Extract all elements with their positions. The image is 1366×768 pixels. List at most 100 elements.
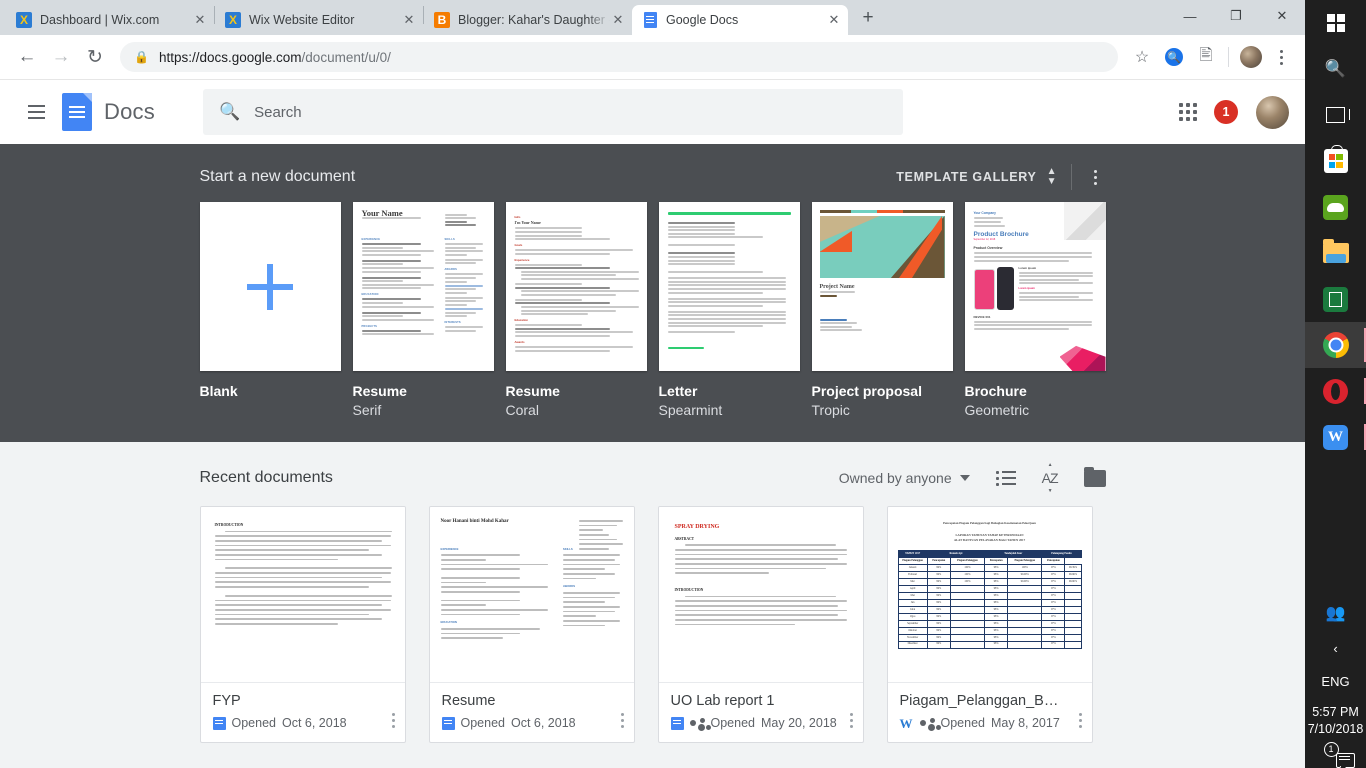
cell: 97% (1041, 640, 1066, 649)
browser-tab-1[interactable]: X Dashboard | Wix.com ✕ (6, 5, 214, 35)
owner-filter-dropdown[interactable]: Owned by anyone (839, 470, 970, 486)
document-thumbnail[interactable]: SPRAY DRYING ABSTRACT INTRODUCTION (658, 507, 863, 683)
cell: 97% (1041, 585, 1066, 593)
close-window-button[interactable]: ✕ (1259, 0, 1305, 32)
document-thumbnail[interactable]: Noor Hanani binti Mohd Kahar EXPERIENCE (429, 507, 634, 683)
action-center-button[interactable]: 1 (1305, 742, 1366, 768)
cell: 97% (1041, 605, 1066, 614)
taskbar-wps-writer[interactable]: W (1305, 414, 1366, 460)
template-name: Blank (199, 383, 238, 399)
table-subheader: Pencapaian (984, 557, 1009, 566)
template-section-header: Start a new document Template gallery ▲ ▼ (200, 158, 1106, 196)
notification-badge[interactable]: 1 (1214, 100, 1238, 124)
clock-time: 5:57 PM (1312, 705, 1359, 719)
chevron-updown-icon[interactable]: ▲ ▼ (1047, 167, 1057, 187)
table-group-header: Pelampung Pandu (1041, 550, 1082, 559)
document-options-icon[interactable] (391, 713, 395, 728)
template-card-resume-serif[interactable]: Your Name EXPERIENCE EDUCATION PROJECTS … (352, 202, 494, 418)
reader-extension-icon[interactable]: 🖹 (1190, 41, 1222, 73)
sort-az-icon[interactable]: AZ (1042, 470, 1059, 486)
cell: 99% (926, 612, 951, 621)
reload-icon[interactable]: ↻ (78, 40, 112, 74)
tab-title: Google Docs (666, 13, 739, 27)
address-bar[interactable]: 🔒 https://docs.google.com/document/u/0/ (120, 42, 1118, 72)
document-card[interactable]: Noor Hanani binti Mohd Kahar EXPERIENCE (428, 506, 635, 743)
new-tab-button[interactable]: + (854, 5, 882, 33)
search-input[interactable] (254, 103, 887, 121)
back-icon[interactable]: ← (10, 40, 44, 74)
taskbar-microsoft-store[interactable] (1305, 138, 1366, 184)
template-thumbnail[interactable] (199, 202, 341, 371)
template-thumbnail[interactable]: Your Company Product Brochure September … (964, 202, 1106, 371)
cell: 98% (984, 578, 1009, 587)
document-card[interactable]: SPRAY DRYING ABSTRACT INTRODUCTION UO La… (657, 506, 864, 743)
document-card[interactable]: INTRODUCTION FYP Opened Oct 6, 2018 (199, 506, 406, 743)
template-card-letter-spearmint[interactable]: Letter Spearmint (658, 202, 800, 418)
template-card-resume-coral[interactable]: Hello I'm Your Name Goals Experience Edu… (505, 202, 647, 418)
document-thumbnail[interactable]: INTRODUCTION (200, 507, 405, 683)
taskbar-green-app[interactable] (1305, 184, 1366, 230)
taskbar-wps-office[interactable] (1305, 276, 1366, 322)
minimize-button[interactable]: — (1167, 0, 1213, 32)
template-thumbnail[interactable]: Hello I'm Your Name Goals Experience Edu… (505, 202, 647, 371)
template-subtitle: Spearmint (658, 402, 723, 418)
template-card-brochure-geometric[interactable]: Your Company Product Brochure September … (964, 202, 1106, 418)
document-options-icon[interactable] (849, 713, 853, 728)
google-doc-icon (670, 716, 684, 730)
template-card-project-tropic[interactable]: Project Name Project proposal Tropic (811, 202, 953, 418)
apps-grid-icon[interactable] (1179, 103, 1197, 121)
table-subheader: Piagam Pelanggan (897, 557, 928, 566)
template-thumbnail[interactable] (658, 202, 800, 371)
taskbar-google-chrome[interactable] (1305, 322, 1366, 368)
language-indicator[interactable]: ENG (1305, 665, 1366, 698)
document-options-icon[interactable] (1078, 713, 1082, 728)
template-thumbnail[interactable]: Your Name EXPERIENCE EDUCATION PROJECTS … (352, 202, 494, 371)
google-docs-logo-icon[interactable] (62, 93, 92, 131)
template-card-blank[interactable]: Blank (199, 202, 341, 418)
maximize-button[interactable]: ❐ (1213, 0, 1259, 32)
tray-expand-button[interactable]: ‹ (1305, 632, 1366, 665)
document-options-icon[interactable] (620, 713, 624, 728)
browser-tab-3[interactable]: B Blogger: Kahar's Daughter - Edit ✕ (424, 5, 632, 35)
close-icon[interactable]: ✕ (401, 12, 417, 28)
section-title: Start a new document (199, 168, 356, 185)
close-icon[interactable]: ✕ (610, 12, 626, 28)
list-view-icon[interactable] (995, 470, 1016, 486)
browser-tab-2[interactable]: X Wix Website Editor ✕ (215, 5, 423, 35)
cell: 99% (926, 564, 951, 573)
bookmark-star-icon[interactable]: ☆ (1126, 41, 1158, 73)
taskbar-search-button[interactable]: 🔍 (1305, 46, 1366, 92)
document-card[interactable]: Pencapaian Piagam Pelanggan bagi Bahagia… (886, 506, 1093, 743)
close-icon[interactable]: ✕ (192, 12, 208, 28)
green-app-icon (1323, 194, 1348, 220)
close-icon[interactable]: ✕ (826, 12, 842, 28)
folder-icon[interactable] (1083, 466, 1106, 487)
profile-avatar[interactable] (1235, 41, 1267, 73)
task-view-button[interactable] (1305, 92, 1366, 138)
cell: 97% (1041, 564, 1066, 573)
cell (949, 626, 986, 635)
browser-menu-icon[interactable] (1267, 49, 1295, 65)
document-thumbnail[interactable]: Pencapaian Piagam Pelanggan bagi Bahagia… (887, 507, 1092, 683)
main-menu-icon[interactable] (16, 92, 56, 132)
window-controls: — ❐ ✕ (1167, 0, 1305, 35)
clock[interactable]: 5:57 PM 7/10/2018 (1308, 698, 1364, 744)
cell: 97% (1041, 612, 1066, 621)
cell (1064, 633, 1082, 642)
search-extension-icon[interactable]: 🔍 (1158, 41, 1190, 73)
people-button[interactable]: 👥 (1305, 594, 1366, 632)
template-options-icon[interactable] (1086, 169, 1106, 185)
opened-label: Opened (710, 716, 755, 730)
cell: Disember (897, 640, 928, 649)
search-bar[interactable]: 🔍 (202, 89, 903, 135)
cell: November (897, 633, 928, 642)
taskbar-opera[interactable] (1305, 368, 1366, 414)
account-avatar[interactable] (1256, 95, 1289, 129)
template-thumbnail[interactable]: Project Name (811, 202, 953, 371)
template-gallery-button[interactable]: Template gallery (896, 170, 1036, 184)
document-meta: UO Lab report 1 Opened May 20, 2018 (659, 683, 863, 742)
browser-tab-4-active[interactable]: Google Docs ✕ (632, 5, 848, 35)
taskbar-file-explorer[interactable] (1305, 230, 1366, 276)
forward-icon[interactable]: → (44, 40, 78, 74)
start-button[interactable] (1305, 0, 1366, 46)
